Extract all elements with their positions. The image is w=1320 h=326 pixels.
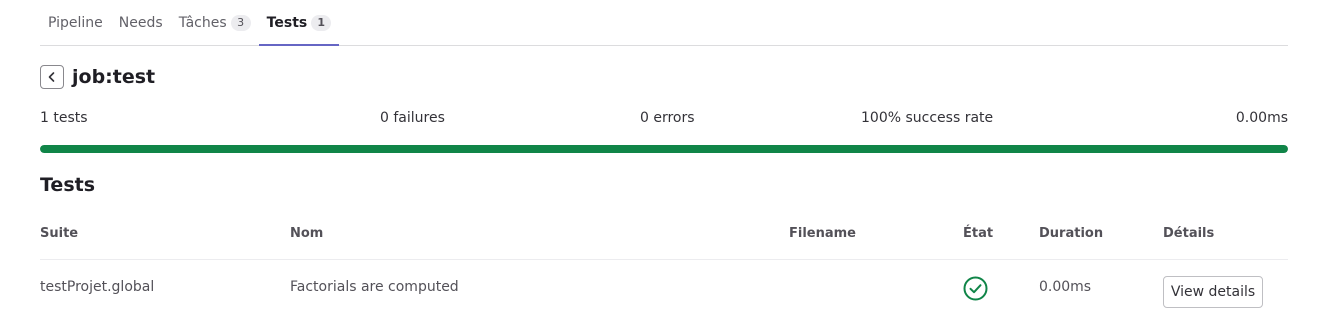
view-details-button[interactable]: View details	[1163, 276, 1263, 308]
summary-success-rate: 100% success rate	[861, 110, 994, 126]
tab-tests[interactable]: Tests 1	[258, 0, 340, 46]
job-header: job:test	[40, 65, 155, 89]
success-progress-fill	[40, 145, 1288, 153]
cell-name: Factorials are computed	[290, 279, 459, 295]
back-button[interactable]	[40, 65, 64, 89]
col-header-details: Détails	[1163, 226, 1215, 241]
test-report-page: Pipeline Needs Tâches 3 Tests 1 job:test 1…	[40, 0, 1288, 308]
tab-count-badge: 3	[230, 14, 251, 31]
tab-label: Tâches	[178, 14, 227, 31]
col-header-status: État	[963, 226, 994, 241]
row-divider	[40, 259, 1288, 260]
col-header-suite: Suite	[40, 226, 79, 241]
check-circle-icon	[963, 276, 988, 301]
job-title: job:test	[72, 66, 156, 88]
summary-errors: 0 errors	[640, 110, 695, 126]
col-header-duration: Duration	[1039, 226, 1104, 241]
chevron-left-icon	[48, 72, 55, 82]
summary-tests: 1 tests	[40, 110, 88, 126]
success-progress-bar	[40, 145, 1288, 153]
summary-failures: 0 failures	[380, 110, 445, 126]
tab-label: Pipeline	[48, 14, 103, 31]
pipeline-tabs: Pipeline Needs Tâches 3 Tests 1	[40, 0, 1288, 46]
summary-duration: 0.00ms	[1235, 110, 1288, 126]
tab-needs[interactable]: Needs	[111, 0, 171, 45]
tests-heading: Tests	[40, 174, 96, 196]
tab-label: Needs	[118, 14, 163, 31]
col-header-name: Nom	[290, 226, 324, 241]
cell-duration: 0.00ms	[1039, 279, 1092, 295]
tab-pipeline[interactable]: Pipeline	[40, 0, 111, 45]
tab-count-badge: 1	[311, 14, 332, 31]
test-summary: 1 tests 0 failures 0 errors 100% success…	[40, 110, 1288, 128]
tab-label: Tests	[266, 14, 308, 31]
col-header-filename: Filename	[789, 226, 856, 241]
tab-jobs[interactable]: Tâches 3	[171, 0, 259, 45]
cell-suite: testProjet.global	[40, 279, 155, 295]
